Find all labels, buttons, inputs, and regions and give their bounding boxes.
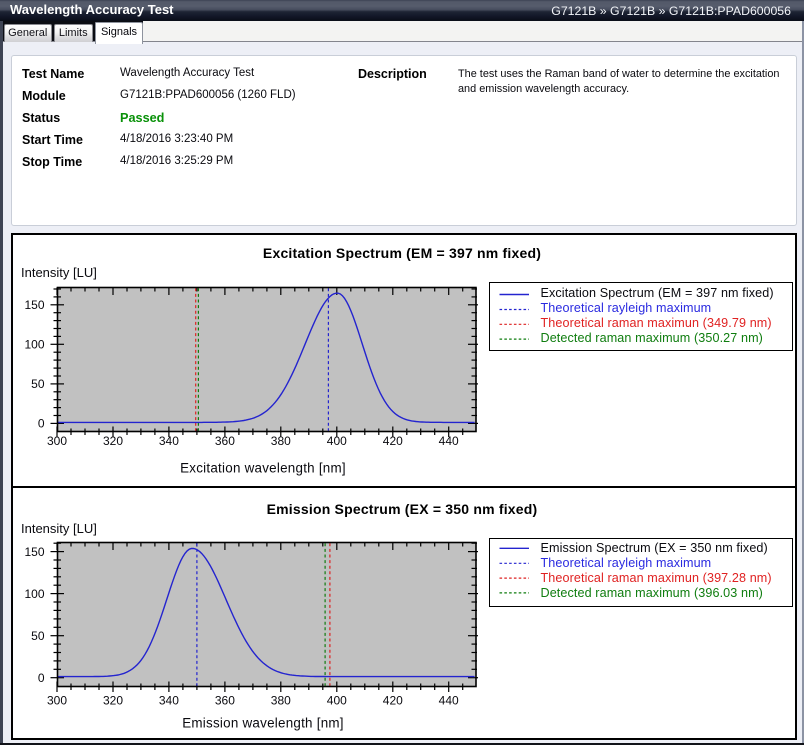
svg-text:440: 440	[439, 694, 459, 708]
svg-text:400: 400	[327, 434, 347, 448]
svg-text:420: 420	[383, 434, 403, 448]
svg-text:50: 50	[31, 629, 45, 643]
svg-text:0: 0	[38, 671, 45, 685]
svg-text:150: 150	[24, 545, 44, 559]
svg-text:340: 340	[159, 434, 179, 448]
svg-text:360: 360	[215, 434, 235, 448]
svg-text:Excitation wavelength [nm]: Excitation wavelength [nm]	[180, 461, 346, 476]
svg-text:440: 440	[439, 434, 459, 448]
svg-text:300: 300	[47, 434, 67, 448]
svg-text:300: 300	[47, 694, 67, 708]
svg-text:380: 380	[271, 434, 291, 448]
svg-text:340: 340	[159, 694, 179, 708]
svg-text:150: 150	[24, 298, 44, 312]
svg-text:0: 0	[38, 417, 45, 431]
svg-text:420: 420	[383, 694, 403, 708]
svg-text:360: 360	[215, 694, 235, 708]
svg-text:Emission wavelength [nm]: Emission wavelength [nm]	[182, 716, 344, 731]
svg-text:320: 320	[103, 694, 123, 708]
svg-text:320: 320	[103, 434, 123, 448]
svg-text:100: 100	[24, 338, 44, 352]
svg-text:100: 100	[24, 587, 44, 601]
svg-text:380: 380	[271, 694, 291, 708]
svg-text:400: 400	[327, 694, 347, 708]
svg-text:50: 50	[31, 377, 45, 391]
